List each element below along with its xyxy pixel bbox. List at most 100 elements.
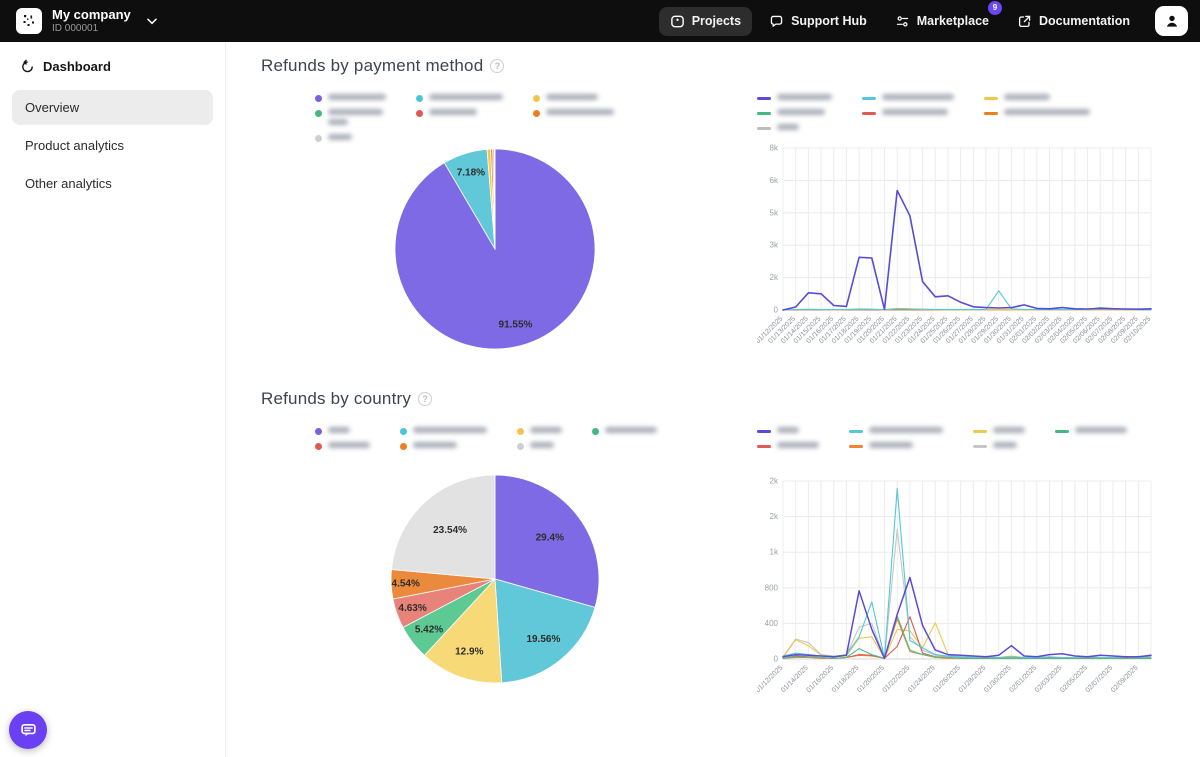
sidebar-item-product-analytics[interactable]: Product analytics [12,128,213,163]
undo-arrow-icon [20,59,35,74]
nav-documentation[interactable]: Documentation [1006,7,1141,36]
nav-projects[interactable]: Projects [659,7,752,36]
legend-label-redacted [1004,94,1050,104]
legend-label-redacted [777,94,832,104]
legend-label-redacted [993,442,1017,452]
user-account-button[interactable] [1155,6,1188,36]
sidebar-item-other-analytics[interactable]: Other analytics [12,166,213,201]
legend-label-redacted [328,109,383,129]
payment-method-pie-chart: 91.55%7.18% [261,146,729,352]
legend-marker-icon [1055,430,1069,433]
legend-label-redacted [328,427,350,437]
legend-item[interactable] [400,442,487,452]
svg-text:29.4%: 29.4% [536,533,564,544]
legend-label-redacted [882,94,954,104]
legend-item[interactable] [416,109,503,119]
svg-text:8k: 8k [770,144,779,153]
legend-marker-icon [757,97,771,100]
help-icon[interactable]: ? [418,392,432,406]
legend-item[interactable] [862,109,954,119]
user-icon [1164,13,1180,29]
legend-label-redacted [777,442,819,452]
legend-label-redacted [882,109,948,119]
sidebar-back-label: Dashboard [43,59,111,74]
svg-text:19.56%: 19.56% [526,634,560,645]
legend-marker-icon [757,127,771,130]
sidebar-back-dashboard[interactable]: Dashboard [12,59,213,74]
legend-label-redacted [429,109,477,119]
legend-item[interactable] [849,442,943,452]
svg-text:12.9%: 12.9% [455,647,483,658]
legend-label-redacted [413,442,457,452]
legend-item[interactable] [592,427,657,437]
legend-item[interactable] [973,442,1025,452]
svg-text:800: 800 [765,583,779,592]
legend-marker-icon [849,430,863,433]
legend-item[interactable] [315,94,386,104]
legend-item[interactable] [315,134,386,144]
nav-support-hub[interactable]: Support Hub [758,7,878,36]
country-line-chart: 04008001k2k2k01/12/202501/14/202501/16/2… [757,473,1161,718]
legend-marker-icon [315,428,322,435]
company-id: ID 000001 [52,23,131,35]
legend-item[interactable] [533,94,614,104]
chat-widget-button[interactable] [9,711,47,749]
legend-label-redacted [530,427,562,437]
legend-item[interactable] [757,442,819,452]
nav-marketplace[interactable]: Marketplace 9 [884,7,1000,36]
legend-marker-icon [973,430,987,433]
pie-legend-payment-method [315,94,729,144]
company-selector[interactable]: My company ID 000001 [52,8,131,34]
country-pie-chart: 29.4%19.56%12.9%5.42%4.63%4.54%23.54% [261,473,729,685]
legend-item[interactable] [757,124,832,134]
legend-marker-icon [984,112,998,115]
legend-item[interactable] [533,109,614,119]
svg-text:5k: 5k [770,208,779,217]
legend-item[interactable] [1055,427,1127,437]
svg-text:400: 400 [765,619,779,628]
legend-label-redacted [993,427,1025,437]
legend-item[interactable] [315,442,370,452]
legend-item[interactable] [862,94,954,104]
chevron-down-icon[interactable] [147,18,157,25]
company-logo[interactable] [16,8,42,34]
chat-icon [19,721,38,740]
projects-icon [670,14,685,29]
legend-label-redacted [328,94,386,104]
pie-legend-country [315,427,729,471]
legend-item[interactable] [517,442,562,452]
legend-item[interactable] [757,427,819,437]
legend-marker-icon [315,95,322,102]
legend-item[interactable] [416,94,503,104]
legend-marker-icon [984,97,998,100]
svg-text:02/09/2025: 02/09/2025 [1110,664,1140,694]
svg-text:2k: 2k [770,477,779,486]
legend-item[interactable] [849,427,943,437]
legend-item[interactable] [973,427,1025,437]
legend-label-redacted [777,124,799,134]
legend-marker-icon [973,445,987,448]
legend-item[interactable] [315,109,386,129]
legend-marker-icon [400,428,407,435]
logo-glyph-icon [21,13,37,29]
legend-item[interactable] [517,427,562,437]
legend-label-redacted [869,442,913,452]
legend-marker-icon [862,97,876,100]
legend-item[interactable] [984,109,1090,119]
legend-item[interactable] [315,427,370,437]
legend-marker-icon [592,428,599,435]
legend-item[interactable] [400,427,487,437]
legend-item[interactable] [757,109,832,119]
top-navbar: My company ID 000001 Projects Support Hu… [0,0,1200,42]
legend-label-redacted [328,442,370,452]
legend-label-redacted [546,109,614,119]
legend-item[interactable] [984,94,1090,104]
legend-label-redacted [1004,109,1090,119]
legend-label-redacted [777,427,799,437]
svg-text:0: 0 [774,655,779,664]
help-icon[interactable]: ? [490,59,504,73]
legend-item[interactable] [757,94,832,104]
svg-text:2k: 2k [770,512,779,521]
main-content: Refunds by payment method ? 91.55%7.18% … [227,42,1200,757]
sidebar-item-overview[interactable]: Overview [12,90,213,125]
